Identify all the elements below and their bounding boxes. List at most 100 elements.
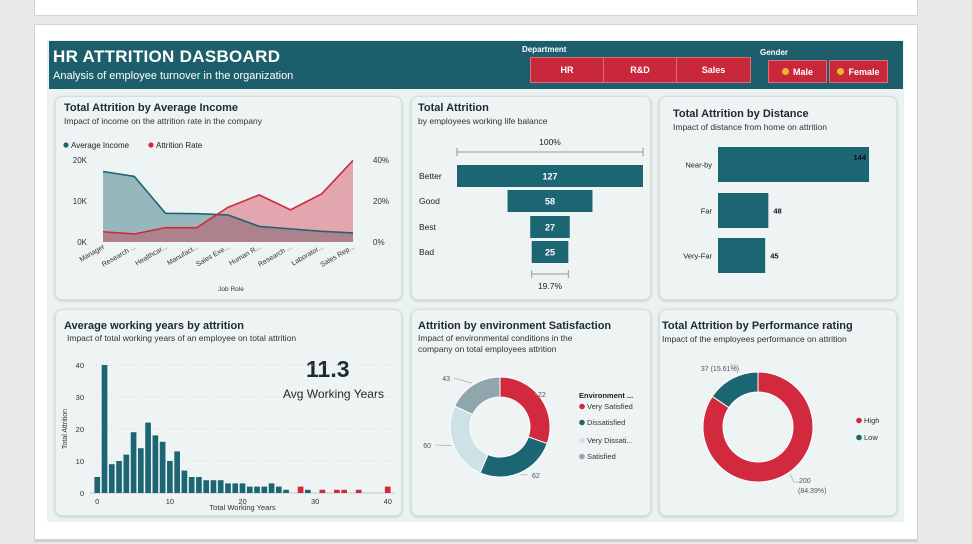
funnel-top-percent: 100% — [539, 137, 561, 147]
distance-value-label: 144 — [853, 153, 866, 162]
env-legend-label: Very Satisfied — [587, 402, 633, 411]
y-axis-title: Total Attrition — [62, 409, 69, 449]
x-axis-title: Total Working Years — [209, 503, 275, 512]
dashboard-title: HR ATTRITION DASBOARD — [53, 47, 281, 66]
years-bar — [305, 489, 311, 493]
y-tick-label: 0K — [77, 238, 87, 247]
y-tick-label: 20 — [76, 425, 84, 434]
working-years-chart: 0102030400 10 20 30 40Total Working YearsTot… — [62, 361, 395, 512]
male-icon — [781, 68, 789, 75]
distance-attrition-chart: Near-by 144 Far 48 Very-Far 45 — [683, 147, 869, 273]
funnel-category-label: Better — [419, 171, 442, 181]
years-bar — [130, 432, 137, 493]
y-tick-label: 30 — [76, 393, 84, 402]
distance-bar — [718, 193, 769, 228]
years-bar — [101, 365, 108, 493]
env-value-label: 60 — [423, 443, 431, 450]
distance-value-label: 45 — [770, 252, 778, 261]
perf-high-value-label: 200 — [799, 478, 811, 485]
years-bar — [384, 486, 391, 493]
canvas-bottom-edge — [34, 540, 918, 542]
env-legend-title: Environment ... — [579, 391, 633, 400]
years-bar — [138, 448, 144, 493]
years-bar — [217, 480, 224, 493]
env-legend-label: Dissatisfied — [587, 418, 625, 427]
y-tick-label: 0 — [80, 489, 84, 498]
dashboard-subtitle: Analysis of employee turnover in the org… — [53, 70, 294, 82]
perf-legend-label: High — [864, 416, 879, 425]
legend-average-income-label: Average Income — [71, 141, 130, 150]
perf-legend-label: Low — [864, 433, 878, 442]
distance-bar — [718, 238, 766, 273]
years-bar — [108, 464, 115, 493]
env-donut-slice — [453, 376, 501, 416]
legend-attrition-rate-marker — [148, 142, 154, 148]
funnel-value-label: 25 — [545, 248, 555, 258]
env-donut-slice — [479, 436, 548, 478]
female-icon — [837, 68, 845, 75]
department-filter-rnd[interactable]: R&D — [603, 57, 677, 83]
x-axis-title: Job Role — [218, 286, 244, 293]
years-bar — [275, 486, 282, 493]
gender-filter-female[interactable]: Female — [829, 60, 888, 83]
env-leader-line — [434, 444, 452, 446]
years-bar — [123, 454, 130, 493]
years-bar — [174, 451, 180, 493]
years-bar — [297, 486, 304, 493]
x-category-label: Sales Exe... — [195, 244, 231, 269]
env-legend-marker — [579, 453, 585, 460]
funnel-value-label: 27 — [545, 223, 555, 233]
y2-tick-label: 40% — [373, 156, 389, 165]
y-tick-label: 40 — [76, 361, 84, 370]
perf-legend-marker — [856, 434, 862, 441]
y2-tick-label: 0% — [373, 238, 385, 247]
distance-category-label: Far — [701, 207, 713, 216]
gender-filter-label: Gender — [760, 48, 789, 57]
x-tick-label: 30 — [311, 497, 319, 506]
income-attrition-chart: Average Income Attrition Rate 0K 10K 20K 0% 20… — [63, 141, 389, 293]
department-filter-sales[interactable]: Sales — [676, 57, 751, 83]
x-tick-label: 40 — [384, 497, 392, 506]
env-legend-label: Satisfied — [587, 452, 616, 461]
years-bar — [203, 480, 210, 493]
distance-bar — [718, 147, 869, 182]
years-bar — [188, 477, 195, 493]
years-bar — [261, 486, 268, 493]
env-value-label: 72 — [538, 392, 546, 399]
perf-high-percent-label: (84.39%) — [798, 488, 826, 495]
years-bar — [94, 477, 101, 493]
years-bar — [334, 489, 340, 493]
years-bar — [145, 422, 151, 493]
env-leader-line — [453, 377, 473, 384]
years-bar — [225, 483, 231, 493]
x-category-label: Healthcar... — [134, 244, 168, 268]
env-legend-label: Very Dissati... — [587, 436, 633, 445]
gender-filter-male[interactable]: Male — [768, 60, 827, 83]
funnel-category-label: Bad — [419, 247, 434, 257]
perf-low-value-label: 37 (15.61%) — [701, 366, 739, 373]
department-filter-label: Department — [522, 45, 567, 54]
env-value-label: 43 — [442, 376, 450, 383]
legend-attrition-rate-label: Attrition Rate — [156, 141, 203, 150]
funnel-category-label: Best — [419, 222, 437, 232]
work-life-balance-funnel: 100% Better 127 Good 58 Best 27 Bad 25 19.7% — [419, 137, 644, 291]
funnel-bottom-percent: 19.7% — [538, 281, 563, 291]
perf-legend-marker — [856, 417, 862, 424]
years-bar — [246, 486, 253, 493]
years-bar — [152, 435, 159, 493]
funnel-category-label: Good — [419, 196, 440, 206]
y2-tick-label: 20% — [373, 197, 389, 206]
years-bar — [239, 483, 246, 493]
x-category-label: Research ... — [257, 244, 293, 269]
y-tick-label: 10 — [76, 457, 84, 466]
env-legend-marker — [579, 403, 585, 410]
legend-average-income-marker — [63, 142, 69, 148]
years-bar — [210, 480, 217, 493]
years-bar — [159, 441, 166, 493]
y-tick-label: 10K — [73, 197, 88, 206]
years-bar — [116, 461, 122, 493]
x-tick-label: 0 — [95, 497, 99, 506]
env-donut-slice — [499, 376, 551, 445]
previous-page-frame — [34, 0, 918, 16]
department-filter-hr[interactable]: HR — [530, 57, 604, 83]
